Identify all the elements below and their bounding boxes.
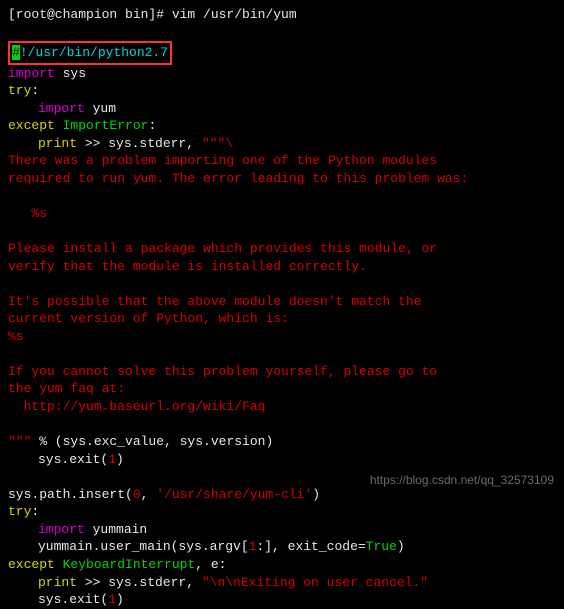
error-text: verify that the module is installed corr…	[8, 258, 556, 276]
blank-line	[8, 275, 556, 293]
code-line: try:	[8, 503, 556, 521]
blank-line	[8, 187, 556, 205]
error-text: There was a problem importing one of the…	[8, 152, 556, 170]
error-text: http://yum.baseurl.org/wiki/Faq	[8, 398, 556, 416]
code-line: print >> sys.stderr, """\	[8, 135, 556, 153]
terminal-screen[interactable]: [root@champion bin]# vim /usr/bin/yum #!…	[8, 6, 556, 609]
blank-line	[8, 24, 556, 42]
shebang-highlight: #!/usr/bin/python2.7	[8, 41, 172, 65]
error-text: %s	[8, 328, 556, 346]
code-line: except ImportError:	[8, 117, 556, 135]
code-line: sys.path.insert(0, '/usr/share/yum-cli')	[8, 486, 556, 504]
code-line: except KeyboardInterrupt, e:	[8, 556, 556, 574]
shebang-line: #!/usr/bin/python2.7	[8, 41, 556, 65]
code-line: import yummain	[8, 521, 556, 539]
code-line: import sys	[8, 65, 556, 83]
error-text: required to run yum. The error leading t…	[8, 170, 556, 188]
cursor-char: #	[12, 45, 20, 60]
code-line: yummain.user_main(sys.argv[1:], exit_cod…	[8, 538, 556, 556]
blank-line	[8, 345, 556, 363]
shell-prompt: [root@champion bin]# vim /usr/bin/yum	[8, 7, 297, 22]
watermark-text: https://blog.csdn.net/qq_32573109	[370, 472, 554, 488]
error-text: Please install a package which provides …	[8, 240, 556, 258]
code-line: sys.exit(1)	[8, 591, 556, 609]
error-text: %s	[8, 205, 556, 223]
shebang-text: !/usr/bin/python2.7	[20, 45, 168, 60]
code-line: import yum	[8, 100, 556, 118]
error-text: It's possible that the above module does…	[8, 293, 556, 311]
error-text: current version of Python, which is:	[8, 310, 556, 328]
shell-prompt-line: [root@champion bin]# vim /usr/bin/yum	[8, 6, 556, 24]
error-text: If you cannot solve this problem yoursel…	[8, 363, 556, 381]
code-line: sys.exit(1)	[8, 451, 556, 469]
error-text: the yum faq at:	[8, 380, 556, 398]
code-line: print >> sys.stderr, "\n\nExiting on use…	[8, 574, 556, 592]
blank-line	[8, 223, 556, 241]
code-line: try:	[8, 82, 556, 100]
blank-line	[8, 416, 556, 434]
code-line: """ % (sys.exc_value, sys.version)	[8, 433, 556, 451]
